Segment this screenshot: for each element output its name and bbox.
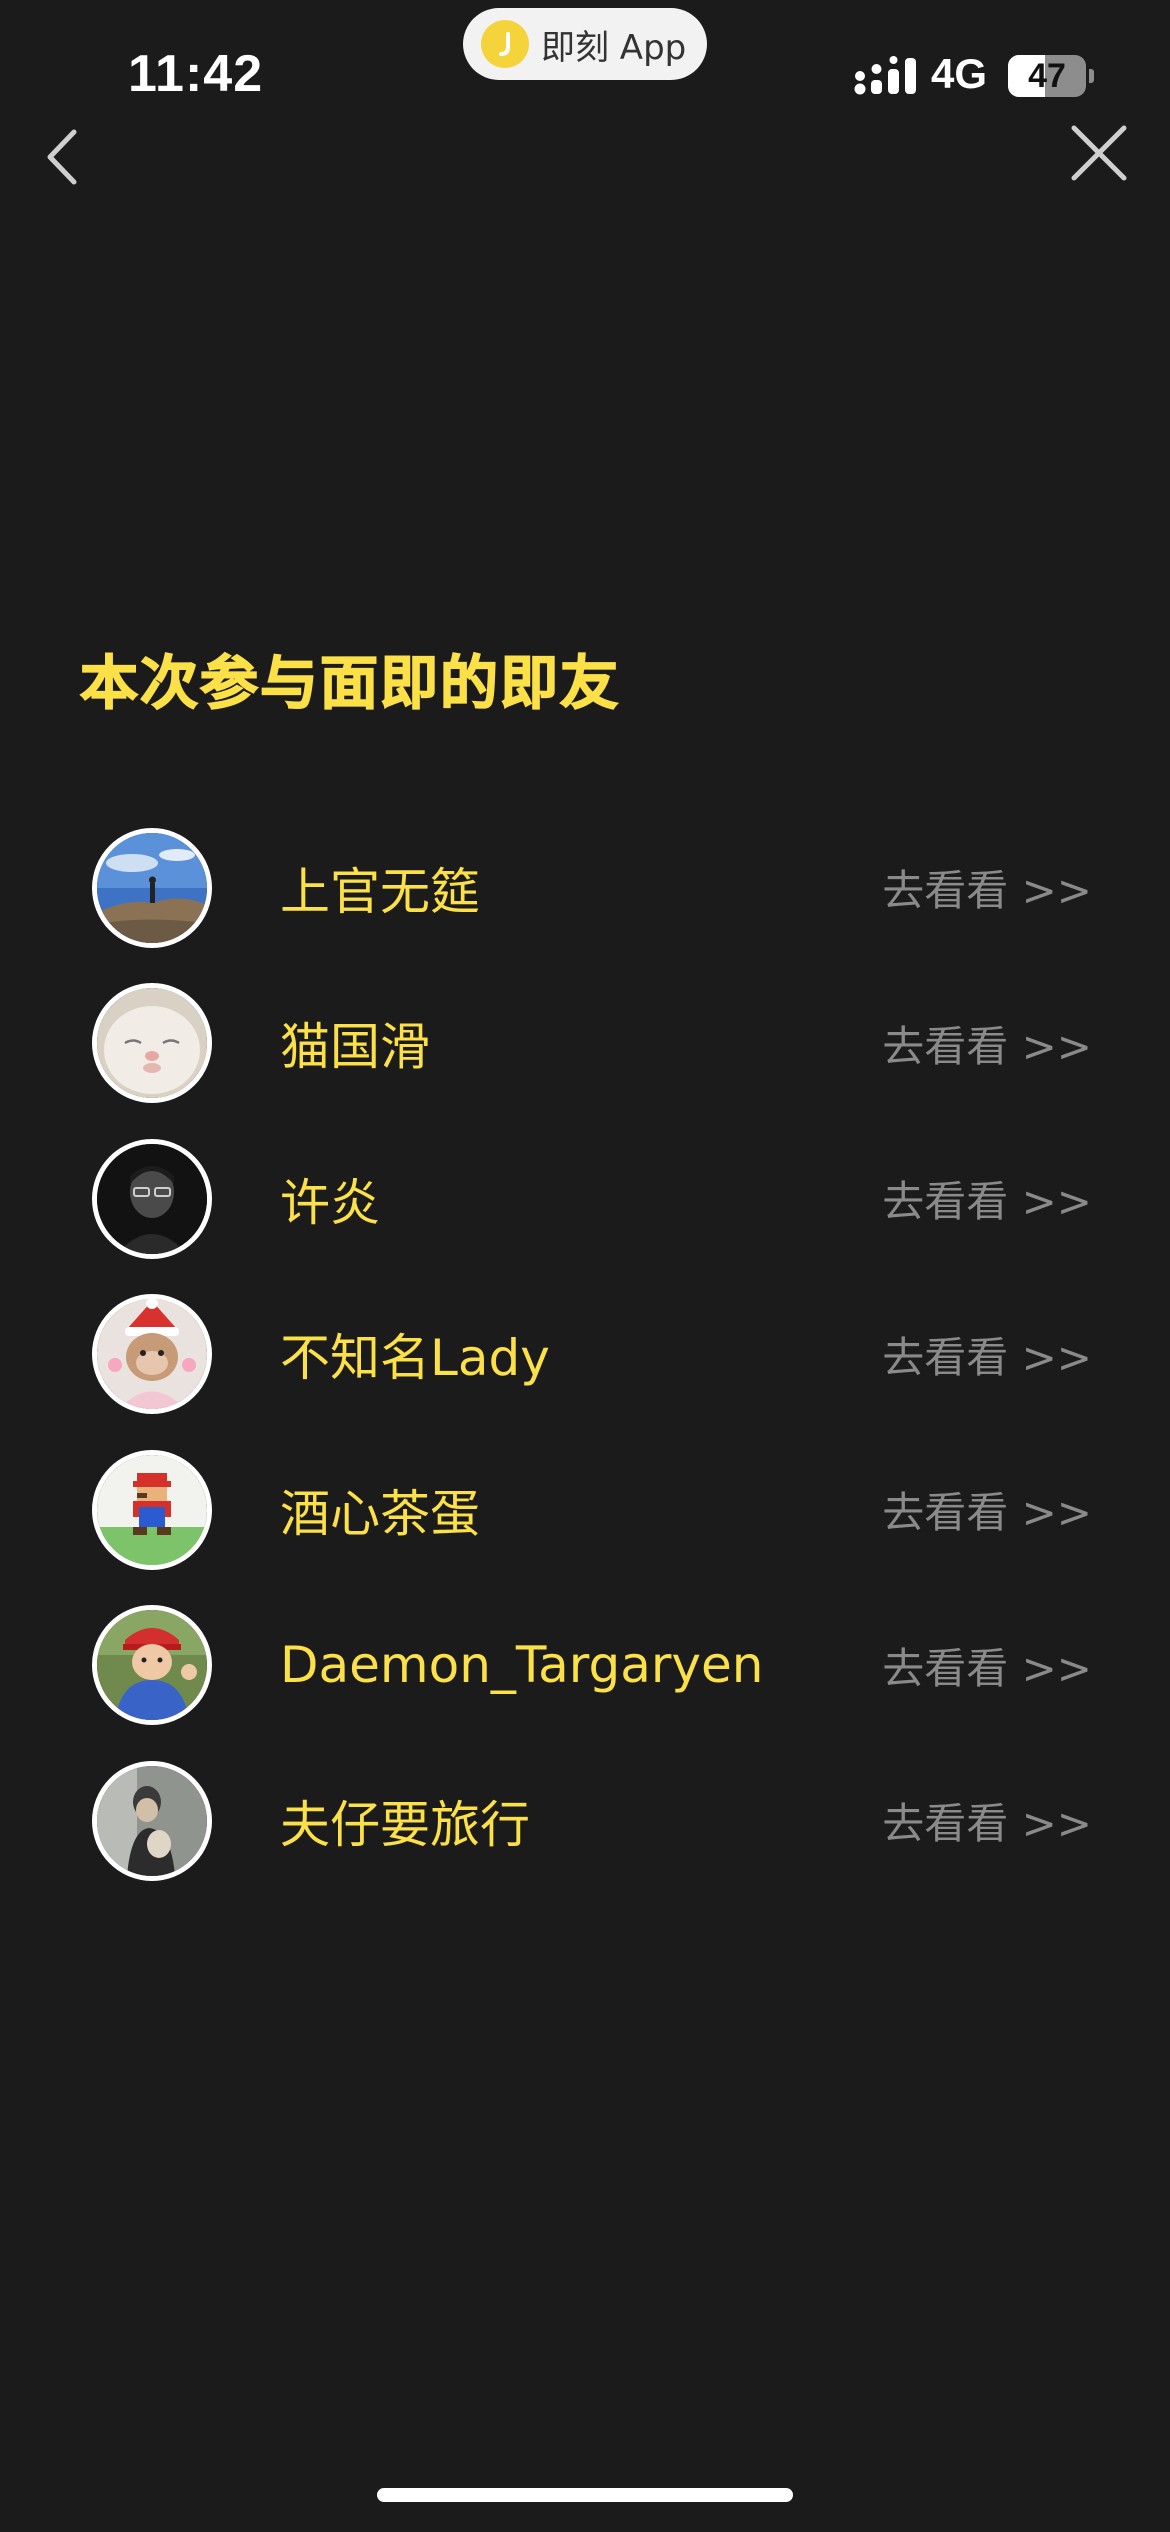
battery-tip bbox=[1089, 69, 1094, 83]
participant-name[interactable]: 不知名Lady bbox=[280, 1318, 550, 1390]
avatar[interactable] bbox=[92, 1138, 212, 1259]
avatar[interactable] bbox=[92, 827, 212, 948]
status-time: 11:42 bbox=[128, 45, 264, 103]
avatar[interactable] bbox=[92, 1605, 212, 1726]
participant-row[interactable]: 酒心茶蛋 去看看 >> bbox=[92, 1432, 1092, 1588]
section-title: 本次参与面即的即友 bbox=[79, 648, 621, 718]
go-see-link[interactable]: 去看看 >> bbox=[882, 1168, 1092, 1229]
avatar[interactable] bbox=[92, 1449, 212, 1570]
participant-row[interactable]: 许炎 去看看 >> bbox=[92, 1121, 1092, 1277]
participant-name[interactable]: 猫国滑 bbox=[280, 1007, 430, 1079]
go-see-link[interactable]: 去看看 >> bbox=[882, 1790, 1092, 1851]
go-see-link[interactable]: 去看看 >> bbox=[882, 1635, 1092, 1696]
participant-name[interactable]: 上官无筵 bbox=[280, 852, 480, 924]
participant-row[interactable]: 夫仔要旅行 去看看 >> bbox=[92, 1743, 1092, 1899]
go-see-link[interactable]: 去看看 >> bbox=[882, 1324, 1092, 1385]
go-see-link[interactable]: 去看看 >> bbox=[882, 857, 1092, 918]
participant-row[interactable]: 不知名Lady 去看看 >> bbox=[92, 1277, 1092, 1433]
network-type: 4G bbox=[931, 50, 988, 97]
close-icon[interactable] bbox=[1064, 118, 1134, 188]
participant-name[interactable]: 酒心茶蛋 bbox=[280, 1474, 480, 1546]
home-indicator[interactable] bbox=[377, 2488, 793, 2502]
battery-level: 47 bbox=[1028, 56, 1066, 95]
participant-name[interactable]: 夫仔要旅行 bbox=[280, 1785, 530, 1857]
app-return-pill[interactable]: 即刻 App bbox=[463, 8, 707, 80]
participant-list: 上官无筵 去看看 >> 猫国滑 去看看 >> 许炎 去看看 >> 不知名Lady… bbox=[92, 810, 1092, 1899]
participant-row[interactable]: 猫国滑 去看看 >> bbox=[92, 966, 1092, 1122]
app-pill-label: 即刻 App bbox=[541, 27, 687, 68]
participant-row[interactable]: Daemon_Targaryen 去看看 >> bbox=[92, 1588, 1092, 1744]
participant-row[interactable]: 上官无筵 去看看 >> bbox=[92, 810, 1092, 966]
avatar[interactable] bbox=[92, 1760, 212, 1881]
go-see-link[interactable]: 去看看 >> bbox=[882, 1013, 1092, 1074]
jike-logo-icon bbox=[481, 20, 529, 68]
battery-icon: 47 bbox=[1008, 55, 1086, 97]
go-see-link[interactable]: 去看看 >> bbox=[882, 1479, 1092, 1540]
avatar[interactable] bbox=[92, 983, 212, 1104]
avatar[interactable] bbox=[92, 1294, 212, 1415]
participant-name[interactable]: 许炎 bbox=[280, 1163, 380, 1235]
chevron-left-icon[interactable] bbox=[40, 122, 90, 192]
signal-dots-icon bbox=[854, 56, 916, 95]
participant-name[interactable]: Daemon_Targaryen bbox=[280, 1636, 763, 1694]
